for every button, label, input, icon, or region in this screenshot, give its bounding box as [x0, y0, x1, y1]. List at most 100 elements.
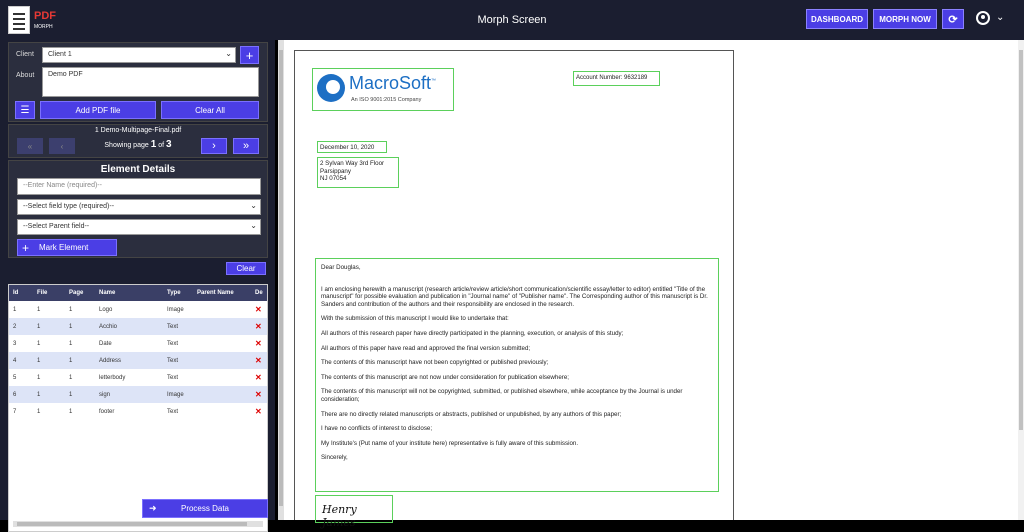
delete-icon[interactable]: ✕: [251, 335, 267, 352]
column-header-parent-name: Parent Name: [193, 285, 251, 301]
table-row[interactable]: 7 1 1 footer Text ✕: [9, 403, 267, 420]
next-page-button[interactable]: ›: [201, 138, 227, 154]
table-row[interactable]: 4 1 1 Address Text ✕: [9, 352, 267, 369]
cell-parent: [193, 301, 251, 318]
address-line: Parsippany: [320, 167, 351, 175]
cell-name: Logo: [99, 306, 113, 313]
chevron-down-icon[interactable]: ⌄: [996, 12, 1004, 23]
document-vertical-scrollbar[interactable]: [1018, 40, 1024, 520]
delete-icon[interactable]: ✕: [251, 318, 267, 335]
letter-paragraph: The contents of this manuscript are not …: [321, 373, 569, 381]
cell-id: 5: [13, 374, 17, 381]
table-row[interactable]: 5 1 1 letterbody Text ✕: [9, 369, 267, 386]
table-header-row: Id File Page Name Type Parent Name De: [9, 285, 267, 301]
field-type-select[interactable]: --Select field type (required)-- ⌄: [17, 199, 261, 215]
cell-type: Text: [167, 408, 179, 415]
file-name: 1 Demo-Multipage-Final.pdf: [94, 127, 182, 134]
cell-id: 1: [13, 306, 17, 313]
client-select[interactable]: Client 1 ⌄: [42, 47, 236, 63]
add-pdf-button[interactable]: Add PDF file: [40, 101, 156, 119]
cell-name: sign: [95, 386, 163, 403]
morph-now-button[interactable]: MORPH NOW: [873, 9, 937, 29]
cell-id: 2: [9, 318, 33, 335]
delete-icon[interactable]: ✕: [251, 386, 267, 403]
parent-field-value: --Select Parent field--: [23, 223, 90, 230]
cell-page: 1: [69, 408, 73, 415]
table-row[interactable]: 3 1 1 Date Text ✕: [9, 335, 267, 352]
cell-file: 1: [37, 408, 41, 415]
chevron-down-icon: ⌄: [250, 221, 257, 230]
document-viewer: MacroSoft™ An ISO 9001:2015 Company Acco…: [284, 40, 1024, 529]
column-header-name: Name: [95, 285, 163, 301]
cell-name: footer: [99, 408, 115, 415]
letter-paragraph: All authors of this paper have read and …: [321, 344, 531, 352]
letter-body[interactable]: Dear Douglas, I am enclosing herewith a …: [315, 258, 719, 492]
cell-id: 4: [9, 352, 33, 369]
address-block[interactable]: 2 Sylvan Way 3rd Floor Parsippany NJ 070…: [317, 157, 399, 188]
double-chevron-right-icon: »: [242, 140, 250, 152]
clear-all-button[interactable]: Clear All: [161, 101, 259, 119]
column-header-delete: De: [251, 285, 267, 301]
top-bar: PDF MORPH Morph Screen DASHBOARD MORPH N…: [0, 0, 1024, 40]
cell-file: 1: [33, 352, 65, 369]
letter-paragraph: I am enclosing herewith a manuscript (re…: [321, 285, 708, 308]
cell-parent: [193, 386, 251, 403]
delete-icon[interactable]: ✕: [251, 352, 267, 369]
letter-paragraph: Dear Douglas,: [321, 264, 361, 271]
prev-page-button[interactable]: ‹: [49, 138, 75, 154]
process-data-label: Process Data: [180, 504, 230, 513]
last-page-button[interactable]: »: [233, 138, 259, 154]
clear-button[interactable]: Clear: [226, 262, 266, 275]
cell-name: Acchio: [95, 318, 163, 335]
chevron-down-icon: ⌄: [225, 49, 232, 58]
cell-type: Image: [163, 386, 193, 403]
letter-paragraph: I have no conflicts of interest to discl…: [321, 425, 433, 433]
about-textarea[interactable]: Demo PDF: [42, 67, 259, 97]
table-horizontal-scrollbar[interactable]: [13, 521, 263, 527]
account-number[interactable]: Account Number: 9632189: [573, 71, 660, 86]
iso-tagline: An ISO 9001:2015 Company: [351, 97, 422, 103]
logo-region[interactable]: MacroSoft™ An ISO 9001:2015 Company: [312, 68, 454, 111]
macrosoft-logo-icon: [317, 74, 345, 102]
process-data-button[interactable]: ➜ Process Data: [142, 499, 268, 518]
cell-file: 1: [33, 318, 65, 335]
client-select-value: Client 1: [48, 51, 72, 58]
element-details-title: Element Details: [100, 164, 176, 175]
column-header-file: File: [33, 285, 65, 301]
dashboard-button[interactable]: DASHBOARD: [806, 9, 868, 29]
total-pages: 3: [166, 139, 172, 150]
table-row[interactable]: 2 1 1 Acchio Text ✕: [9, 318, 267, 335]
add-client-button[interactable]: +: [240, 46, 259, 64]
table-row[interactable]: 6 1 1 sign Image ✕: [9, 386, 267, 403]
signature-region[interactable]: Henry James: [315, 495, 393, 529]
cell-type: Text: [167, 340, 179, 347]
refresh-button[interactable]: ⟳: [942, 9, 964, 29]
refresh-icon: ⟳: [948, 13, 958, 26]
first-page-button[interactable]: «: [17, 138, 43, 154]
element-name-input[interactable]: --Enter Name (required)--: [17, 178, 261, 195]
cell-parent: [193, 369, 251, 386]
delete-icon[interactable]: ✕: [251, 403, 267, 420]
cell-name: letterbody: [99, 374, 126, 381]
address-line: NJ 07054: [320, 175, 347, 182]
list-icon: ☰: [20, 104, 30, 116]
cell-page: 1: [65, 386, 95, 403]
chevron-left-icon: ‹: [60, 141, 64, 151]
plus-icon: +: [22, 240, 30, 255]
column-header-id: Id: [9, 285, 33, 301]
delete-icon[interactable]: ✕: [251, 301, 267, 318]
user-avatar-icon[interactable]: [976, 11, 990, 25]
brand-trademark: ™: [431, 78, 437, 84]
mark-element-button[interactable]: + Mark Element: [17, 239, 117, 256]
cell-id: 3: [13, 340, 17, 347]
column-header-type: Type: [163, 285, 193, 301]
letter-paragraph: There are no directly related manuscript…: [321, 410, 622, 418]
list-menu-button[interactable]: ☰: [15, 101, 35, 119]
cell-id: 7: [13, 408, 17, 415]
parent-field-select[interactable]: --Select Parent field-- ⌄: [17, 219, 261, 235]
page-title: Morph Screen: [477, 14, 547, 26]
date[interactable]: December 10, 2020: [317, 141, 387, 153]
delete-icon[interactable]: ✕: [251, 369, 267, 386]
table-row[interactable]: 1 1 1 Logo Image ✕: [9, 301, 267, 318]
client-label: Client: [16, 51, 34, 58]
